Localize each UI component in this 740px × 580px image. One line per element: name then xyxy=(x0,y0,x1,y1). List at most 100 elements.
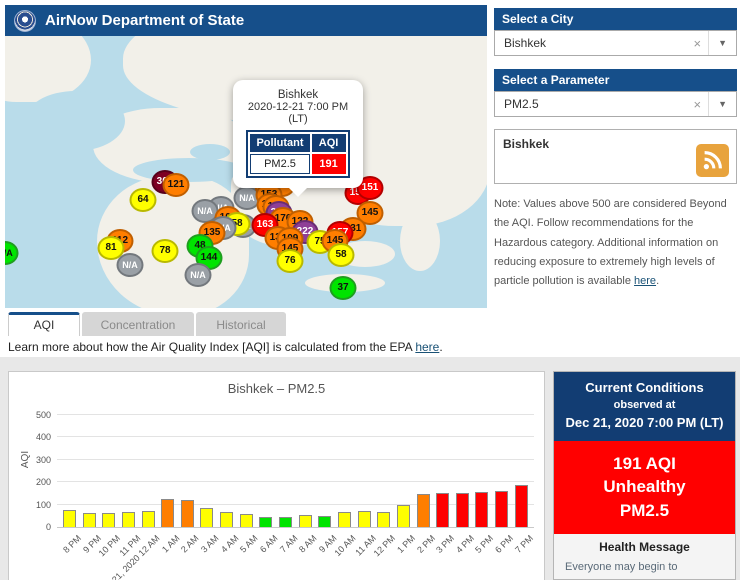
x-axis-label: 8 AM xyxy=(297,533,319,555)
city-select[interactable]: Bishkek × ▼ xyxy=(494,30,737,56)
clear-city-icon[interactable]: × xyxy=(686,36,708,51)
current-aqi-pollutant: PM2.5 xyxy=(558,499,731,523)
x-axis-label: 6 AM xyxy=(258,533,280,555)
popup-city: Bishkek xyxy=(239,89,357,101)
x-axis-label: 1 PM xyxy=(395,533,417,555)
conditions-datetime: Dec 21, 2020 7:00 PM (LT) xyxy=(558,414,731,433)
x-axis-label: 12 PM xyxy=(372,533,397,558)
aqi-bar[interactable] xyxy=(515,485,528,527)
aqi-bar[interactable] xyxy=(417,494,430,527)
x-axis-label: 5 PM xyxy=(474,533,496,555)
aqi-bar[interactable] xyxy=(220,512,233,527)
airnow-page: AirNow Department of State 30612164N/AN/… xyxy=(0,0,740,580)
aqi-note: Note: Values above 500 are considered Be… xyxy=(494,195,737,291)
x-axis-label: 4 AM xyxy=(219,533,241,555)
current-aqi-value: 191 AQI xyxy=(558,452,731,476)
aqi-marker[interactable]: 58 xyxy=(328,243,355,267)
x-axis-label: 7 PM xyxy=(513,533,535,555)
rss-city-label: Bishkek xyxy=(503,137,549,151)
tab-historical[interactable]: Historical xyxy=(196,312,286,336)
learn-more-here-link[interactable]: here xyxy=(415,340,439,354)
x-axis-label: 7 AM xyxy=(278,533,300,555)
aqi-bar[interactable] xyxy=(495,491,508,527)
aqi-bar[interactable] xyxy=(456,493,469,527)
aqi-bar[interactable] xyxy=(299,515,312,527)
aqi-bar[interactable] xyxy=(142,511,155,527)
x-axis-label: 4 PM xyxy=(454,533,476,555)
aqi-bar[interactable] xyxy=(161,499,174,527)
aqi-marker[interactable]: 64 xyxy=(130,188,157,212)
city-dropdown-caret-icon[interactable]: ▼ xyxy=(708,31,736,55)
map-sea xyxy=(25,91,125,151)
aqi-marker[interactable]: 37 xyxy=(330,276,357,300)
aqi-marker[interactable]: N/A xyxy=(185,263,212,287)
aqi-bar[interactable] xyxy=(83,513,96,527)
chart-title: Bishkek – PM2.5 xyxy=(9,381,544,396)
clear-parameter-icon[interactable]: × xyxy=(686,97,708,112)
aqi-bar[interactable] xyxy=(377,512,390,527)
popup-aqi-value: 191 xyxy=(312,154,346,174)
health-message-title: Health Message xyxy=(565,540,724,554)
x-axis-label: 3 PM xyxy=(434,533,456,555)
aqi-bar[interactable] xyxy=(475,492,488,527)
aqi-bar[interactable] xyxy=(338,512,351,527)
aqi-bar[interactable] xyxy=(240,514,253,527)
health-message-text: Everyone may begin to experience health … xyxy=(565,558,724,580)
tab-aqi[interactable]: AQI xyxy=(8,312,80,336)
aqi-marker[interactable]: 76 xyxy=(277,249,304,273)
note-here-link[interactable]: here xyxy=(634,275,656,287)
chart-tabs: AQIConcentrationHistorical xyxy=(8,312,286,336)
x-axis-label: 2 AM xyxy=(179,533,201,555)
aqi-bar[interactable] xyxy=(318,516,331,527)
tab-concentration[interactable]: Concentration xyxy=(82,312,194,336)
aqi-bar[interactable] xyxy=(259,517,272,527)
aqi-bar[interactable] xyxy=(122,512,135,527)
popup-timezone: (LT) xyxy=(239,113,357,125)
aqi-bar[interactable] xyxy=(358,511,371,527)
app-title: AirNow Department of State xyxy=(45,12,244,29)
y-axis-tick: 100 xyxy=(25,500,51,510)
map-sea xyxy=(190,144,230,160)
rss-feed-box: Bishkek xyxy=(494,129,737,184)
aqi-chart-panel: Bishkek – PM2.5 AQI 0100200300400500 8 P… xyxy=(8,371,545,580)
rss-icon[interactable] xyxy=(696,144,729,177)
x-axis-label: 2 PM xyxy=(415,533,437,555)
parameter-select-value: PM2.5 xyxy=(504,97,686,111)
app-header: AirNow Department of State xyxy=(5,5,487,36)
x-axis-label: 5 AM xyxy=(238,533,260,555)
aqi-marker[interactable]: N/A xyxy=(117,253,144,277)
aqi-bar[interactable] xyxy=(63,510,76,527)
aqi-marker[interactable]: N/A xyxy=(5,241,19,265)
popup-col-pollutant: Pollutant xyxy=(250,134,309,152)
map-popup: Bishkek 2020-12-21 7:00 PM (LT) Pollutan… xyxy=(233,80,363,188)
current-conditions-panel: Current Conditions observed at Dec 21, 2… xyxy=(553,371,736,580)
aqi-bar[interactable] xyxy=(200,508,213,527)
select-parameter-header: Select a Parameter xyxy=(494,69,737,91)
aqi-marker[interactable]: 78 xyxy=(152,239,179,263)
state-department-seal-icon xyxy=(14,10,36,32)
aqi-bar[interactable] xyxy=(436,493,449,527)
aqi-bar[interactable] xyxy=(102,513,115,527)
popup-pollutant-value: PM2.5 xyxy=(250,154,309,174)
aqi-marker[interactable]: 121 xyxy=(163,173,190,197)
popup-col-aqi: AQI xyxy=(312,134,346,152)
y-axis-tick: 500 xyxy=(25,410,51,420)
current-aqi-box: 191 AQI Unhealthy PM2.5 xyxy=(554,441,735,534)
x-axis-label: 8 PM xyxy=(61,533,83,555)
x-axis-label: 3 AM xyxy=(199,533,221,555)
parameter-select[interactable]: PM2.5 × ▼ xyxy=(494,91,737,117)
world-map[interactable]: 30612164N/AN/AN/A103N/A58N/A13511281N/A7… xyxy=(5,36,487,308)
aqi-bar[interactable] xyxy=(279,517,292,527)
conditions-title: Current Conditions xyxy=(558,379,731,398)
gridline xyxy=(57,414,534,415)
aqi-bar[interactable] xyxy=(397,505,410,527)
map-landmass xyxy=(400,211,440,271)
parameter-dropdown-caret-icon[interactable]: ▼ xyxy=(708,92,736,116)
popup-datetime: 2020-12-21 7:00 PM xyxy=(239,101,357,113)
y-axis-tick: 300 xyxy=(25,455,51,465)
city-select-value: Bishkek xyxy=(504,36,686,50)
aqi-bar[interactable] xyxy=(181,500,194,527)
popup-aqi-table: Pollutant AQI PM2.5 191 xyxy=(246,130,349,178)
y-axis-tick: 200 xyxy=(25,477,51,487)
conditions-header: Current Conditions observed at Dec 21, 2… xyxy=(554,372,735,441)
